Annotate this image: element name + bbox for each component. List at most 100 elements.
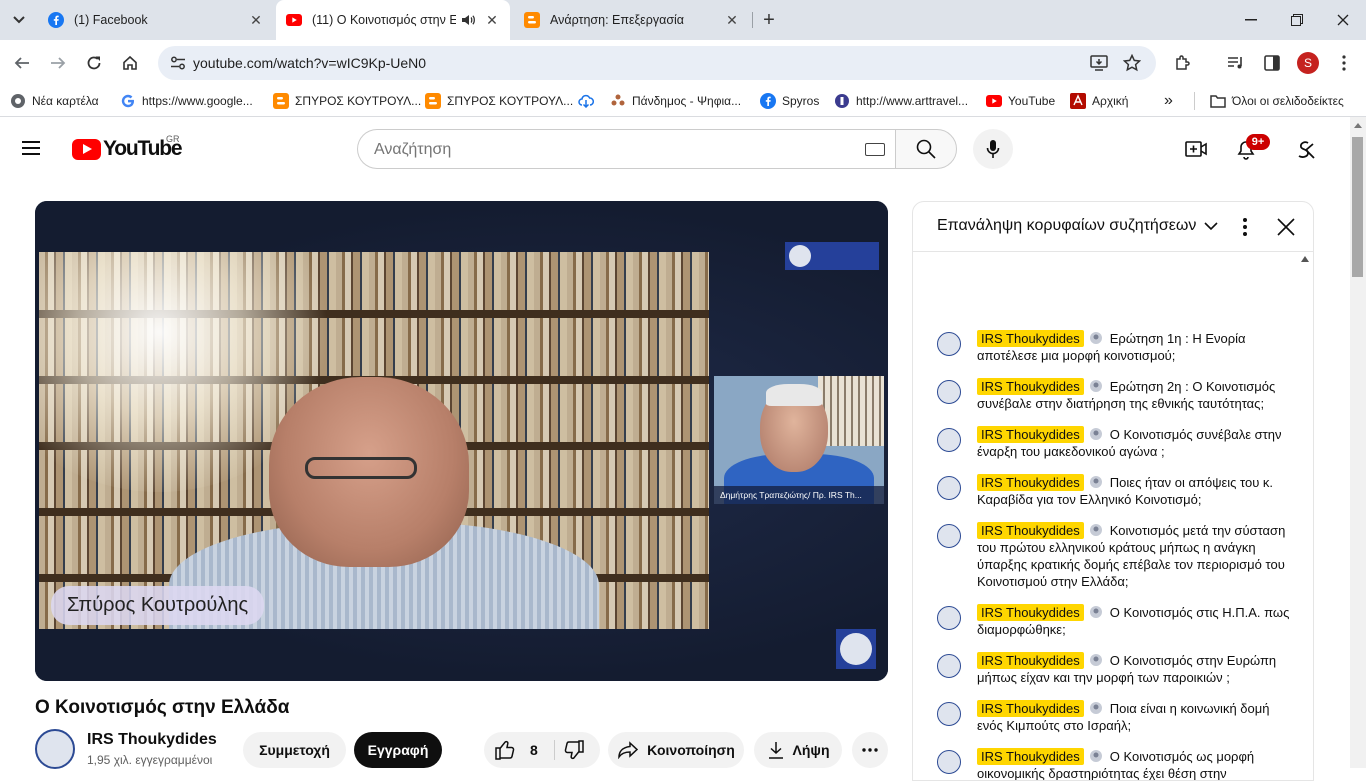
like-button[interactable]: 8 xyxy=(494,738,538,762)
bookmark-blogger-1[interactable]: ΣΠΥΡΟΣ ΚΟΥΤΡΟΥΛ... xyxy=(273,91,421,111)
home-button[interactable] xyxy=(116,49,144,77)
reload-button[interactable] xyxy=(80,49,108,77)
youtube-logo[interactable]: YouTube GR xyxy=(72,134,183,161)
author-avatar[interactable] xyxy=(937,750,961,774)
chat-scroll-up-icon[interactable] xyxy=(1301,256,1309,262)
chrome-menu-icon[interactable] xyxy=(1332,51,1356,75)
author-name[interactable]: IRS Thoukydides xyxy=(977,474,1084,491)
tab-blogger[interactable]: Ανάρτηση: Επεξεργασία ✕ xyxy=(514,0,750,40)
speaker-icon[interactable] xyxy=(460,12,476,28)
minimize-button[interactable] xyxy=(1228,0,1274,40)
share-button[interactable]: Κοινοποίηση xyxy=(608,732,744,768)
bookmark-label: Πάνδημος - Ψηφια... xyxy=(632,94,742,108)
more-horizontal-icon xyxy=(862,748,878,752)
voice-search-button[interactable] xyxy=(973,129,1013,169)
author-avatar[interactable] xyxy=(937,524,961,548)
keyboard-icon[interactable] xyxy=(865,143,885,156)
video-player[interactable]: Σπύρος Κουτρούλης Δημήτρης Τραπεζιώτης/ … xyxy=(35,201,888,681)
author-name[interactable]: IRS Thoukydides xyxy=(977,652,1084,669)
address-bar[interactable]: youtube.com/watch?v=wIC9Kp-UeN0 xyxy=(158,46,1156,80)
account-avatar[interactable] xyxy=(1292,137,1318,163)
tab-facebook[interactable]: (1) Facebook ✕ xyxy=(38,0,274,40)
side-panel-icon[interactable] xyxy=(1260,51,1284,75)
author-name[interactable]: IRS Thoukydides xyxy=(977,700,1084,717)
bookmark-label: Νέα καρτέλα xyxy=(32,94,99,108)
author-avatar[interactable] xyxy=(937,428,961,452)
media-controls-icon[interactable] xyxy=(1224,51,1248,75)
menu-button[interactable] xyxy=(22,137,50,161)
chat-message: IRS Thoukydides Ερώτηση 1η : Η Ενορία απο… xyxy=(913,326,1313,368)
author-name[interactable]: IRS Thoukydides xyxy=(977,426,1084,443)
bookmark-label: ΣΠΥΡΟΣ ΚΟΥΤΡΟΥΛ... xyxy=(295,94,422,108)
google-icon xyxy=(120,93,136,109)
close-tab-icon[interactable]: ✕ xyxy=(248,12,264,28)
site-info-icon[interactable] xyxy=(166,51,190,75)
like-count: 8 xyxy=(530,742,538,758)
channel-owner-badge-icon xyxy=(1089,750,1102,762)
channel-name[interactable]: IRS Thoukydides xyxy=(87,731,217,749)
author-avatar[interactable] xyxy=(937,332,961,356)
author-avatar[interactable] xyxy=(937,380,961,404)
inset-speaker-feed: Δημήτρης Τραπεζιώτης/ Πρ. IRS Th... xyxy=(714,376,884,504)
search-button[interactable] xyxy=(895,129,957,169)
channel-avatar[interactable] xyxy=(35,729,75,769)
chat-header: Επανάληψη κορυφαίων συζητήσεων xyxy=(913,202,1313,252)
bookmark-home[interactable]: Αρχική xyxy=(1070,91,1128,111)
close-tab-icon[interactable]: ✕ xyxy=(484,12,500,28)
tab-youtube-active[interactable]: (11) Ο Κοινοτισμός στην Ελλ ✕ xyxy=(276,0,510,40)
scroll-up-icon[interactable] xyxy=(1354,123,1362,128)
bookmark-youtube[interactable]: YouTube xyxy=(986,91,1055,111)
bookmark-blogger-2[interactable]: ΣΠΥΡΟΣ ΚΟΥΤΡΟΥΛ... xyxy=(425,91,573,111)
bookmarks-overflow-button[interactable]: » xyxy=(1164,91,1173,111)
dislike-button[interactable] xyxy=(560,738,588,762)
author-name[interactable]: IRS Thoukydides xyxy=(977,330,1084,347)
chevron-down-icon[interactable] xyxy=(1203,218,1219,234)
author-name[interactable]: IRS Thoukydides xyxy=(977,604,1084,621)
back-button[interactable] xyxy=(8,49,36,77)
channel-owner-badge-icon xyxy=(1089,428,1102,440)
search-input[interactable]: Αναζήτηση xyxy=(357,129,895,169)
bookmark-spyros[interactable]: Spyros xyxy=(760,91,819,111)
browser-tab-strip: (1) Facebook ✕ (11) Ο Κοινοτισμός στην Ε… xyxy=(0,0,1366,40)
install-app-icon[interactable] xyxy=(1088,52,1110,74)
chat-more-options-icon[interactable] xyxy=(1235,216,1255,238)
chat-message: IRS Thoukydides Ο Κοινοτισμός στις Η.Π.Α.… xyxy=(913,600,1313,642)
author-avatar[interactable] xyxy=(937,476,961,500)
bookmark-google[interactable]: https://www.google... xyxy=(120,91,253,111)
scrollbar-thumb[interactable] xyxy=(1352,137,1363,277)
bookmark-arttravel[interactable]: http://www.arttravel... xyxy=(834,91,968,111)
download-button[interactable]: Λήψη xyxy=(754,732,842,768)
cloud-download-icon xyxy=(578,93,594,109)
author-avatar[interactable] xyxy=(937,654,961,678)
channel-owner-badge-icon xyxy=(1089,606,1102,618)
bookmark-pandemos[interactable]: Πάνδημος - Ψηφια... xyxy=(610,91,741,111)
create-video-icon[interactable] xyxy=(1184,137,1208,161)
bookmark-new-tab[interactable]: Νέα καρτέλα xyxy=(10,91,99,111)
join-button[interactable]: Συμμετοχή xyxy=(243,732,346,768)
subscribe-button[interactable]: Εγγραφή xyxy=(354,732,442,768)
all-bookmarks[interactable]: Όλοι οι σελιδοδείκτες xyxy=(1210,91,1344,111)
bookmark-cloud[interactable] xyxy=(578,91,600,111)
close-chat-icon[interactable] xyxy=(1275,216,1297,238)
restore-button[interactable] xyxy=(1274,0,1320,40)
channel-owner-badge-icon xyxy=(1089,654,1102,666)
bookmark-star-icon[interactable] xyxy=(1121,52,1143,74)
minimize-icon xyxy=(1245,19,1257,21)
author-name[interactable]: IRS Thoukydides xyxy=(977,378,1084,395)
author-avatar[interactable] xyxy=(937,702,961,726)
extensions-icon[interactable] xyxy=(1171,51,1195,75)
blogger-icon xyxy=(524,12,540,28)
more-actions-button[interactable] xyxy=(852,732,888,768)
close-window-button[interactable] xyxy=(1320,0,1366,40)
channel-owner-badge-icon xyxy=(1089,380,1102,392)
tab-search-button[interactable] xyxy=(6,7,32,33)
forward-button[interactable] xyxy=(44,49,72,77)
author-avatar[interactable] xyxy=(937,606,961,630)
author-name[interactable]: IRS Thoukydides xyxy=(977,748,1084,765)
chat-mode-selector[interactable]: Επανάληψη κορυφαίων συζητήσεων xyxy=(937,217,1196,235)
page-scrollbar[interactable] xyxy=(1350,117,1366,768)
author-name[interactable]: IRS Thoukydides xyxy=(977,522,1084,539)
new-tab-button[interactable]: + xyxy=(757,8,781,32)
profile-avatar[interactable]: S xyxy=(1297,52,1319,74)
close-tab-icon[interactable]: ✕ xyxy=(724,12,740,28)
